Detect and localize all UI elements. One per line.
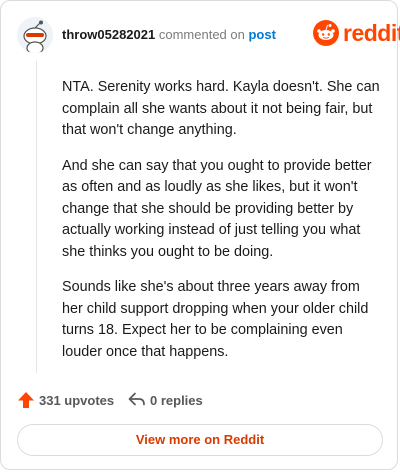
comment-body: NTA. Serenity works hard. Kayla doesn't.… (62, 77, 384, 377)
upvote-arrow-icon[interactable] (17, 391, 35, 409)
comment-actions: 331 upvotes 0 replies (1, 385, 397, 415)
comment-paragraph: Sounds like she's about three years away… (62, 279, 369, 360)
reply-count[interactable]: 0 replies (150, 393, 203, 408)
snoo-avatar-icon (17, 17, 53, 53)
reply-arrow-icon[interactable] (128, 392, 145, 407)
comment-paragraph: NTA. Serenity works hard. Kayla doesn't.… (62, 79, 380, 138)
post-link[interactable]: post (248, 27, 275, 42)
username[interactable]: throw05282021 (62, 27, 155, 42)
thread-line (36, 61, 37, 373)
reddit-wordmark: reddit (343, 20, 400, 46)
comment-card: throw05282021 commented on post reddit N… (0, 0, 400, 470)
commented-on-text: commented on (158, 27, 245, 42)
view-more-button[interactable]: View more on Reddit (17, 424, 383, 456)
user-avatar[interactable] (17, 17, 53, 53)
comment-header: throw05282021 commented on post reddit (1, 1, 400, 61)
reddit-snoo-icon (313, 20, 339, 46)
upvote-count: 331 upvotes (39, 393, 115, 408)
comment-meta: throw05282021 commented on post (62, 27, 276, 42)
comment-paragraph: And she can say that you ought to provid… (62, 157, 372, 260)
